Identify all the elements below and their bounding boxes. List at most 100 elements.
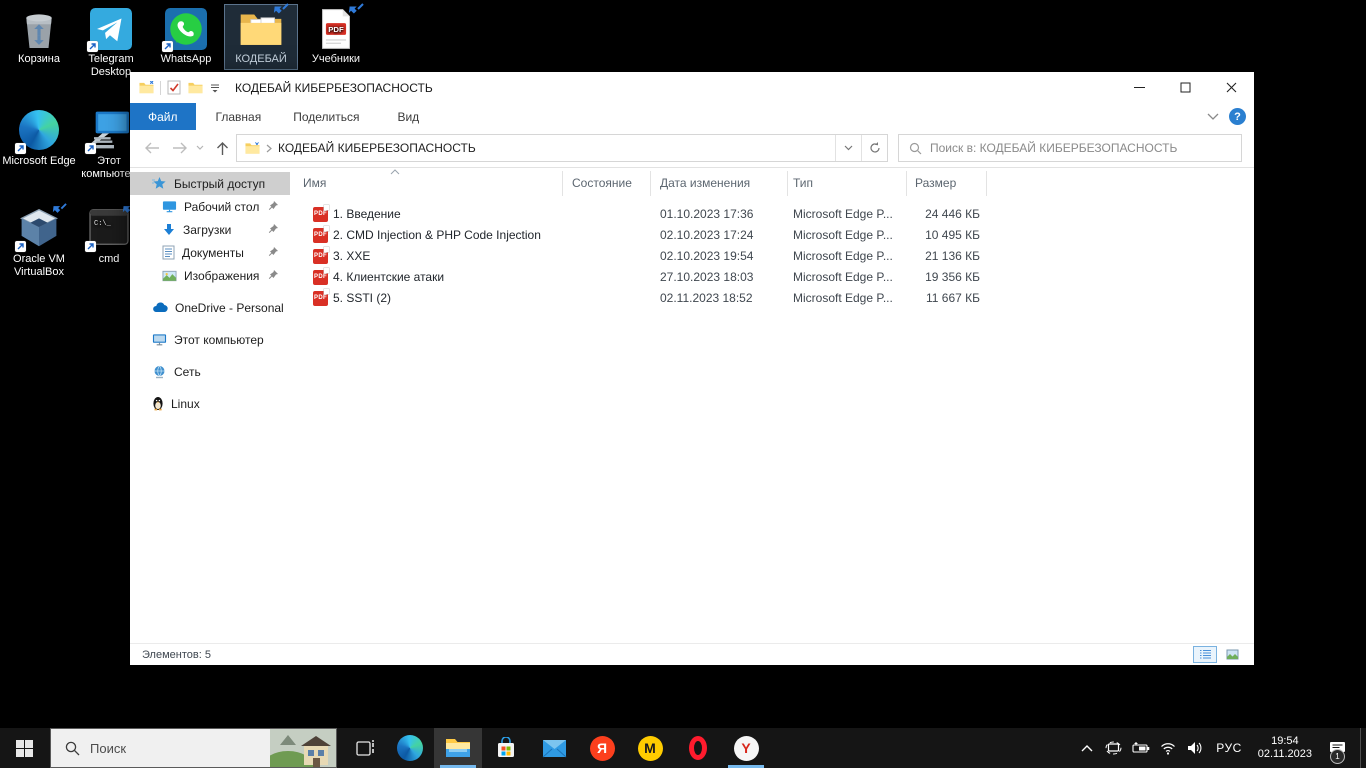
recycle-bin-icon xyxy=(17,8,61,50)
sidebar-item-pictures[interactable]: Изображения xyxy=(130,264,290,287)
file-date: 01.10.2023 17:36 xyxy=(660,204,753,225)
up-button[interactable] xyxy=(210,136,234,160)
taskbar-edge-button[interactable] xyxy=(386,728,434,768)
cast-display-icon[interactable] xyxy=(1100,728,1127,768)
file-list: Имя Состояние Дата изменения Тип Размер … xyxy=(290,168,1254,643)
show-desktop-button[interactable] xyxy=(1360,728,1366,768)
quick-access-toolbar xyxy=(130,80,221,95)
forward-button[interactable] xyxy=(168,136,192,160)
sidebar-item-quick-access[interactable]: Быстрый доступ xyxy=(130,172,290,195)
file-row[interactable]: PDF 3. XXE 02.10.2023 19:54 Microsoft Ed… xyxy=(290,246,1254,267)
file-date: 02.10.2023 19:54 xyxy=(660,246,753,267)
column-divider[interactable] xyxy=(787,171,788,196)
sidebar-item-onedrive[interactable]: OneDrive - Personal xyxy=(130,296,290,319)
wifi-icon[interactable] xyxy=(1154,728,1181,768)
desktop-icon-recycle-bin[interactable]: Корзина xyxy=(0,8,78,66)
refresh-icon[interactable] xyxy=(861,135,887,161)
title-bar[interactable]: КОДЕБАЙ КИБЕРБЕЗОПАСНОСТЬ xyxy=(130,72,1254,103)
desktop-icon-uchebniki[interactable]: PDF Учебники xyxy=(297,8,375,66)
file-name: 3. XXE xyxy=(333,246,370,267)
status-bar: Элементов: 5 xyxy=(130,643,1254,665)
tray-date: 02.11.2023 xyxy=(1258,748,1312,761)
column-divider[interactable] xyxy=(650,171,651,196)
svg-text:PDF: PDF xyxy=(328,25,344,34)
tab-home[interactable]: Главная xyxy=(202,103,276,130)
battery-charging-icon[interactable] xyxy=(1127,728,1154,768)
tab-view[interactable]: Вид xyxy=(383,103,433,130)
system-tray: РУС 19:54 02.11.2023 1 xyxy=(1073,728,1366,768)
file-explorer-icon xyxy=(445,737,471,759)
taskbar-m-app-button[interactable]: M xyxy=(626,728,674,768)
pdf-file-icon: PDF xyxy=(314,8,358,50)
thumbnails-view-button[interactable] xyxy=(1220,646,1244,663)
whatsapp-icon xyxy=(164,8,208,50)
notification-center-button[interactable]: 1 xyxy=(1320,728,1354,768)
sidebar-item-desktop[interactable]: Рабочий стол xyxy=(130,195,290,218)
file-row[interactable]: PDF 2. CMD Injection & PHP Code Injectio… xyxy=(290,225,1254,246)
address-dropdown-icon[interactable] xyxy=(835,135,861,161)
column-divider[interactable] xyxy=(906,171,907,196)
address-bar[interactable]: КОДЕБАЙ КИБЕРБЕЗОПАСНОСТЬ xyxy=(236,134,888,162)
taskbar-search-box[interactable]: Поиск xyxy=(50,728,337,768)
recent-locations-icon[interactable] xyxy=(192,136,208,160)
ribbon-tabs: Файл Главная Поделиться Вид ? xyxy=(130,103,1254,130)
mail-icon xyxy=(542,739,567,758)
sidebar-item-linux[interactable]: Linux xyxy=(130,392,290,415)
column-header-status[interactable]: Состояние xyxy=(572,176,632,190)
search-box[interactable]: Поиск в: КОДЕБАЙ КИБЕРБЕЗОПАСНОСТЬ xyxy=(898,134,1242,162)
desktop-icon-whatsapp[interactable]: WhatsApp xyxy=(147,8,225,66)
window-title: КОДЕБАЙ КИБЕРБЕЗОПАСНОСТЬ xyxy=(235,81,433,95)
taskbar-yandex-button[interactable]: Я xyxy=(578,728,626,768)
desktop-icon-label: Oracle VM VirtualBox xyxy=(0,253,78,279)
task-view-button[interactable] xyxy=(342,728,390,768)
tab-file[interactable]: Файл xyxy=(130,103,196,130)
sidebar-item-documents[interactable]: Документы xyxy=(130,241,290,264)
compressed-arrows-icon xyxy=(273,2,289,18)
help-icon[interactable]: ? xyxy=(1229,108,1246,125)
tab-share[interactable]: Поделиться xyxy=(279,103,373,130)
sidebar-item-network[interactable]: Сеть xyxy=(130,360,290,383)
sidebar-item-downloads[interactable]: Загрузки xyxy=(130,218,290,241)
column-divider[interactable] xyxy=(986,171,987,196)
sidebar-item-label: Этот компьютер xyxy=(174,333,264,347)
desktop-icon-kodebay[interactable]: КОДЕБАЙ xyxy=(222,8,300,66)
details-view-button[interactable] xyxy=(1193,646,1217,663)
shortcut-arrow-icon xyxy=(15,241,26,252)
sidebar-item-this-pc[interactable]: Этот компьютер xyxy=(130,328,290,351)
properties-check-icon[interactable] xyxy=(167,80,182,95)
maximize-button[interactable] xyxy=(1162,72,1208,103)
shortcut-arrow-icon xyxy=(87,41,98,52)
desktop-icon-edge[interactable]: Microsoft Edge xyxy=(0,110,78,168)
file-row[interactable]: PDF 1. Введение 01.10.2023 17:36 Microso… xyxy=(290,204,1254,225)
close-button[interactable] xyxy=(1208,72,1254,103)
taskbar-explorer-button[interactable] xyxy=(434,728,482,768)
new-folder-icon[interactable] xyxy=(188,81,203,95)
tray-chevron-icon[interactable] xyxy=(1073,728,1100,768)
column-header-date[interactable]: Дата изменения xyxy=(660,176,750,190)
sidebar-item-label: Изображения xyxy=(184,269,259,283)
column-header-type[interactable]: Тип xyxy=(793,176,813,190)
column-header-name[interactable]: Имя xyxy=(303,176,326,190)
taskbar-opera-button[interactable] xyxy=(674,728,722,768)
taskbar-mail-button[interactable] xyxy=(530,728,578,768)
tray-clock[interactable]: 19:54 02.11.2023 xyxy=(1250,735,1320,761)
column-header-size[interactable]: Размер xyxy=(915,176,956,190)
volume-icon[interactable] xyxy=(1181,728,1208,768)
file-row[interactable]: PDF 4. Клиентские атаки 27.10.2023 18:03… xyxy=(290,267,1254,288)
customize-toolbar-icon[interactable] xyxy=(209,82,221,94)
search-highlight-image[interactable] xyxy=(270,729,336,767)
taskbar-store-button[interactable] xyxy=(482,728,530,768)
minimize-button[interactable] xyxy=(1116,72,1162,103)
language-indicator[interactable]: РУС xyxy=(1208,741,1250,755)
file-name: 5. SSTI (2) xyxy=(333,288,391,309)
breadcrumb[interactable]: КОДЕБАЙ КИБЕРБЕЗОПАСНОСТЬ xyxy=(278,141,476,155)
taskbar-yandex-browser-button[interactable]: Y xyxy=(722,728,770,768)
column-divider[interactable] xyxy=(562,171,563,196)
pdf-file-icon: PDF xyxy=(313,228,328,243)
back-button[interactable] xyxy=(140,136,164,160)
desktop-icon-virtualbox[interactable]: Oracle VM VirtualBox xyxy=(0,208,78,279)
collapse-ribbon-icon[interactable] xyxy=(1207,113,1219,121)
desktop-icon-telegram[interactable]: Telegram Desktop xyxy=(72,8,150,79)
file-row[interactable]: PDF 5. SSTI (2) 02.11.2023 18:52 Microso… xyxy=(290,288,1254,309)
start-button[interactable] xyxy=(0,728,48,768)
